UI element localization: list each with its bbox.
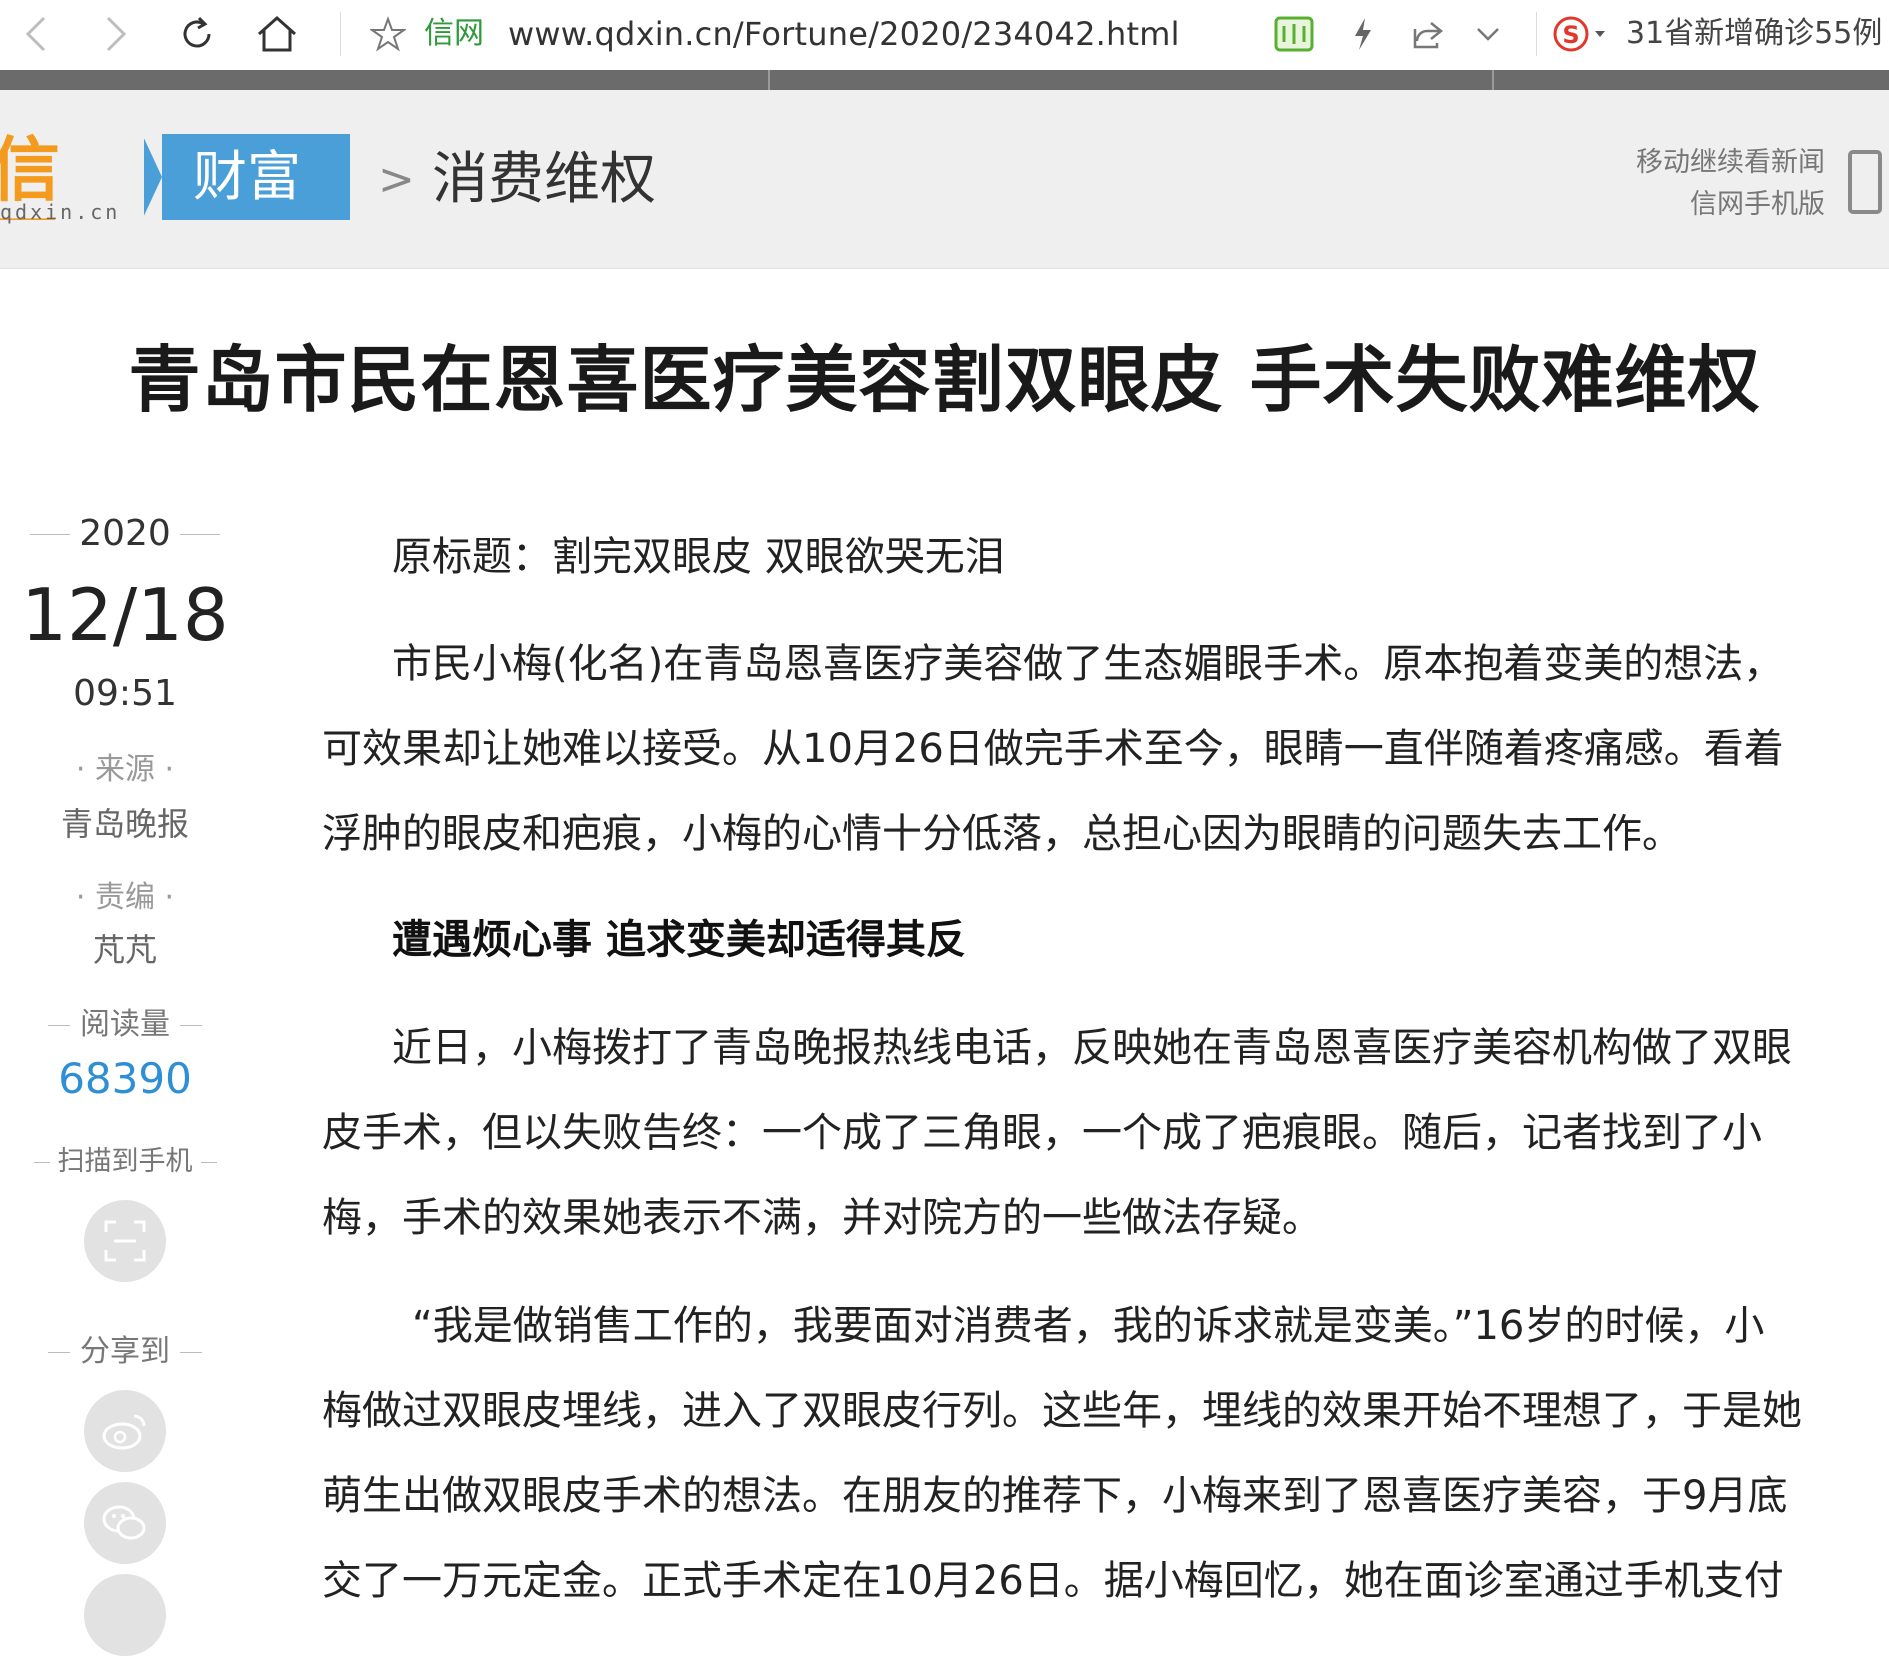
paragraph-2-line-3: 梅，手术的效果她表示不满，并对院方的一些做法存疑。 [322,1195,1322,1241]
paragraph-3-line-4: 交了一万元定金。正式手术定在10月26日。据小梅回忆，她在面诊室通过手机支付 [322,1558,1784,1604]
chevron-down-icon[interactable] [1470,8,1506,60]
browser-toolbar: 信网 www.qdxin.cn/Fortune/2020/234042.html… [0,0,1889,71]
weibo-icon[interactable] [84,1390,166,1472]
editor-value: 芃芃 [92,931,157,969]
reads-count: 68390 [58,1054,192,1103]
phone-icon[interactable] [1848,150,1882,214]
publish-time: 09:51 [73,673,177,714]
back-icon[interactable] [16,8,56,60]
site-name-label: 信网 [424,16,484,51]
mobile-version-link[interactable]: 移动继续看新闻 信网手机版 [1636,142,1825,226]
paragraph-1-line-1: 市民小梅(化名)在青岛恩喜医疗美容做了生态媚眼手术。原本抱着变美的想法， [392,641,1784,687]
scan-label-text: 扫描到手机 [57,1146,193,1177]
toolbar-divider [1536,12,1537,56]
paragraph-1-line-3: 浮肿的眼皮和疤痕，小梅的心情十分低落，总担心因为眼睛的问题失去工作。 [322,811,1682,857]
breadcrumb-subchannel[interactable]: 消费维权 [432,142,656,218]
reader-mode-icon[interactable] [1272,8,1316,60]
share-label-text: 分享到 [80,1334,170,1369]
address-bar-url[interactable]: www.qdxin.cn/Fortune/2020/234042.html [508,12,1180,56]
share-icon[interactable] [1408,8,1448,60]
logo-domain: qdxin.cn [0,200,121,224]
toolbar-divider [340,12,341,56]
share-more-icon[interactable] [84,1574,166,1656]
reads-label-text: 阅读量 [80,1007,170,1042]
breadcrumb-separator: > [378,154,415,205]
publish-date: 12/18 [21,573,229,657]
paragraph-1-line-2: 可效果却让她难以接受。从10月26日做完手术至今，眼睛一直伴随着疼痛感。看着 [322,726,1784,772]
channel-tab-fortune[interactable]: 财富 [142,134,350,220]
qr-scan-icon[interactable] [84,1200,166,1282]
lightning-icon[interactable] [1346,8,1380,60]
mobile-line-1: 移动继续看新闻 [1636,147,1825,178]
source-label: · 来源 · [75,752,175,787]
tab-divider [768,70,770,90]
source-value: 青岛晚报 [60,805,189,843]
forward-icon[interactable] [96,8,136,60]
section-subheading: 遭遇烦心事 追求变美却适得其反 [392,917,966,963]
tab-divider [1492,70,1494,90]
share-label: 分享到 [20,1332,230,1372]
favorite-star-icon[interactable] [366,8,410,60]
publish-year: 2020 [30,510,220,558]
reads-label: 阅读量 [20,1005,230,1045]
mobile-line-2: 信网手机版 [1690,189,1825,220]
paragraph-2-line-1: 近日，小梅拨打了青岛晚报热线电话，反映她在青岛恩喜医疗美容机构做了双眼 [392,1025,1792,1071]
paragraph-3-line-3: 萌生出做双眼皮手术的想法。在朋友的推荐下，小梅来到了恩喜医疗美容，于9月底 [322,1473,1788,1519]
home-icon[interactable] [252,8,302,60]
original-title: 原标题：割完双眼皮 双眼欲哭无泪 [392,534,1005,580]
article-headline: 青岛市民在恩喜医疗美容割双眼皮 手术失败难维权 [128,337,1761,422]
svg-text:S: S [1562,21,1579,49]
sogou-search-icon[interactable]: S [1550,8,1610,60]
tab-strip [0,70,1889,90]
paragraph-2-line-2: 皮手术，但以失败告终：一个成了三角眼，一个成了疤痕眼。随后，记者找到了小 [322,1110,1762,1156]
wechat-icon[interactable] [84,1482,166,1564]
scan-label: 扫描到手机 [20,1142,230,1182]
editor-label: · 责编 · [75,880,175,915]
refresh-icon[interactable] [174,8,220,60]
paragraph-3-line-2: 梅做过双眼皮埋线，进入了双眼皮行列。这些年，埋线的效果开始不理想了，于是她 [322,1388,1802,1434]
news-ticker[interactable]: 31省新增确诊55例 [1626,12,1882,56]
paragraph-3-line-1: “我是做销售工作的，我要面对消费者，我的诉求就是变美。”16岁的时候，小 [412,1303,1765,1349]
site-header: 信网 qdxin.cn 财富 > 消费维权 移动继续看新闻 信网手机版 [0,90,1889,269]
